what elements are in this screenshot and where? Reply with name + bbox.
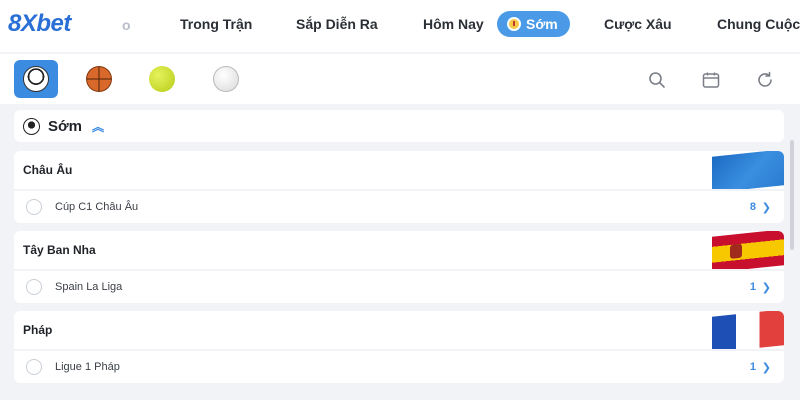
league-name: Ligue 1 Pháp [55,361,120,373]
section-title: Sớm [48,117,83,135]
nav-item-partial[interactable]: o [122,17,131,33]
region-header-phap[interactable]: Pháp [14,311,784,349]
sport-basketball-button[interactable] [77,60,121,98]
france-flag-icon [712,311,784,349]
chevron-up-icon[interactable]: ︽ [92,118,104,135]
baseball-icon [213,66,239,92]
sport-baseball-button[interactable] [204,60,248,98]
tab-hom-nay[interactable]: Hôm Nay [423,16,484,32]
tab-sap-dien-ra[interactable]: Sắp Diễn Ra [296,16,378,32]
tab-som-label: Sớm [526,16,558,32]
refresh-icon [758,71,772,87]
tab-chung-cuoc[interactable]: Chung Cuộc [717,16,800,32]
league-name: Spain La Liga [55,281,123,293]
refresh-button[interactable] [755,70,775,90]
soccer-ball-icon [23,66,49,92]
scrollbar[interactable] [790,140,794,250]
league-name: Cúp C1 Châu Âu [55,201,139,213]
sport-selector-bar [0,54,800,104]
soccer-ball-icon [23,117,40,135]
league-row-spain-la-liga[interactable]: Spain La Liga 1 ❯ [14,271,784,303]
league-row-cup-c1[interactable]: Cúp C1 Châu Âu 8 ❯ [14,191,784,223]
region-header-tay-ban-nha[interactable]: Tây Ban Nha [14,231,784,269]
tab-som[interactable]: Sớm [497,11,570,37]
alarm-clock-icon [507,17,521,31]
calendar-icon [702,72,720,88]
match-count: 8 [749,201,756,213]
spain-flag-icon [712,231,784,269]
brand-logo[interactable]: 8Xbet [8,10,71,38]
section-header-som[interactable]: Sớm ︽ [14,110,784,142]
league-select-radio[interactable] [26,199,42,215]
sport-soccer-button[interactable] [14,60,58,98]
eu-flag-icon [712,151,784,189]
region-header-chau-au[interactable]: Châu Âu [14,151,784,189]
tennis-ball-icon [149,66,175,92]
match-count: 1 [749,361,756,373]
chevron-right-icon: ❯ [761,361,771,374]
top-nav: 8Xbet o Trong Trận Sắp Diễn Ra Hôm Nay S… [0,0,800,52]
league-select-radio[interactable] [26,279,42,295]
chevron-right-icon: ❯ [761,281,771,294]
region-name: Tây Ban Nha [23,243,96,257]
region-name: Pháp [23,323,53,337]
tab-trong-tran[interactable]: Trong Trận [180,16,252,32]
search-button[interactable] [647,70,667,90]
basketball-icon [86,66,112,92]
search-icon [649,72,665,88]
calendar-button[interactable] [701,70,721,90]
league-select-radio[interactable] [26,359,42,375]
league-row-ligue-1[interactable]: Ligue 1 Pháp 1 ❯ [14,351,784,383]
region-name: Châu Âu [23,163,73,177]
sport-tennis-button[interactable] [140,60,184,98]
chevron-right-icon: ❯ [761,201,771,214]
tab-cuoc-xau[interactable]: Cược Xâu [604,16,672,32]
match-count: 1 [749,281,756,293]
